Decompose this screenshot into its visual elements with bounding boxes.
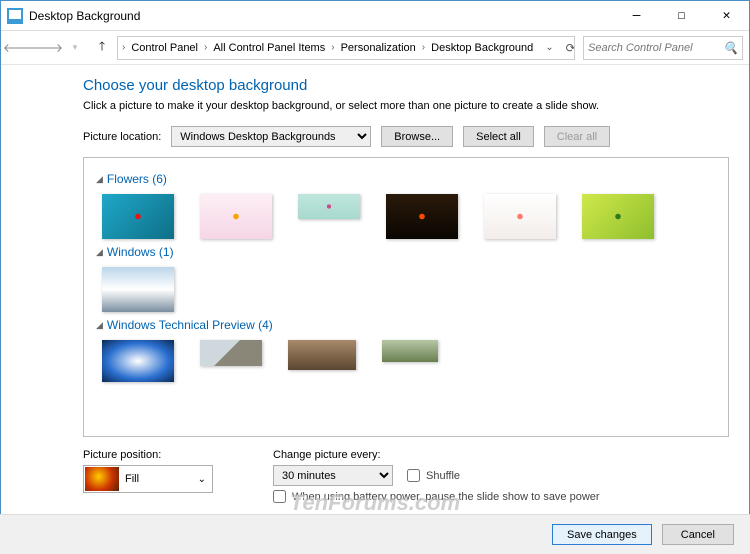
search-placeholder: Search Control Panel — [588, 42, 719, 54]
image-gallery: ◢ Flowers (6) ◢ Windows (1) ◢ Windows Technic… — [83, 157, 729, 437]
search-icon: 🔍 — [723, 41, 738, 55]
group-label: Flowers (6) — [107, 172, 167, 186]
save-button[interactable]: Save changes — [552, 524, 652, 545]
chevron-right-icon: › — [331, 42, 334, 53]
address-bar[interactable]: › Control Panel › All Control Panel Item… — [117, 36, 575, 60]
position-select[interactable]: Fill ⌄ — [83, 465, 213, 493]
page-subtext: Click a picture to make it your desktop … — [83, 100, 729, 112]
titlebar: Desktop Background — ☐ ✕ — [1, 1, 749, 31]
address-dropdown[interactable]: ⌄ — [539, 42, 559, 53]
chevron-right-icon: › — [422, 42, 425, 53]
location-select[interactable]: Windows Desktop Backgrounds — [171, 126, 371, 147]
wallpaper-thumb[interactable] — [102, 267, 174, 312]
wallpaper-thumb[interactable] — [288, 340, 356, 370]
collapse-icon: ◢ — [96, 174, 103, 185]
wallpaper-thumb[interactable] — [298, 194, 360, 219]
wallpaper-thumb[interactable] — [200, 340, 262, 366]
battery-label: When using battery power, pause the slid… — [292, 491, 600, 503]
breadcrumb-item[interactable]: Desktop Background — [427, 40, 537, 56]
chevron-right-icon: › — [204, 42, 207, 53]
select-all-button[interactable]: Select all — [463, 126, 534, 147]
up-button[interactable]: 🡑 — [91, 37, 113, 59]
position-label: Picture position: — [83, 449, 213, 461]
breadcrumb-item[interactable]: Control Panel — [127, 40, 202, 56]
group-label: Windows (1) — [107, 245, 174, 259]
chevron-right-icon: › — [122, 42, 125, 53]
position-preview-icon — [85, 467, 119, 491]
app-icon — [7, 8, 23, 24]
wallpaper-thumb[interactable] — [484, 194, 556, 239]
wallpaper-thumb[interactable] — [102, 340, 174, 382]
position-value: Fill — [119, 473, 193, 485]
page-heading: Choose your desktop background — [83, 77, 729, 94]
interval-select[interactable]: 30 minutes — [273, 465, 393, 486]
wallpaper-thumb[interactable] — [382, 340, 438, 362]
clear-all-button[interactable]: Clear all — [544, 126, 610, 147]
change-label: Change picture every: — [273, 449, 600, 461]
location-label: Picture location: — [83, 131, 161, 143]
chevron-down-icon: ⌄ — [193, 474, 211, 485]
group-header[interactable]: ◢ Windows (1) — [96, 245, 716, 259]
recent-dropdown[interactable]: ▾ — [63, 36, 87, 60]
battery-checkbox[interactable] — [273, 490, 286, 503]
cancel-button[interactable]: Cancel — [662, 524, 734, 545]
close-button[interactable]: ✕ — [704, 2, 749, 30]
refresh-button[interactable]: ⟳ — [560, 41, 575, 55]
window-title: Desktop Background — [29, 9, 614, 23]
breadcrumb-item[interactable]: Personalization — [337, 40, 420, 56]
browse-button[interactable]: Browse... — [381, 126, 453, 147]
wallpaper-thumb[interactable] — [386, 194, 458, 239]
collapse-icon: ◢ — [96, 247, 103, 258]
wallpaper-thumb[interactable] — [200, 194, 272, 239]
shuffle-label: Shuffle — [426, 470, 460, 482]
breadcrumb-item[interactable]: All Control Panel Items — [209, 40, 329, 56]
forward-button[interactable]: 🡒 — [35, 36, 59, 60]
collapse-icon: ◢ — [96, 320, 103, 331]
group-header[interactable]: ◢ Flowers (6) — [96, 172, 716, 186]
back-button[interactable]: 🡐 — [7, 36, 31, 60]
navbar: 🡐 🡒 ▾ 🡑 › Control Panel › All Control Pa… — [1, 31, 749, 65]
shuffle-checkbox[interactable] — [407, 469, 420, 482]
wallpaper-thumb[interactable] — [102, 194, 174, 239]
group-header[interactable]: ◢ Windows Technical Preview (4) — [96, 318, 716, 332]
minimize-button[interactable]: — — [614, 2, 659, 30]
group-label: Windows Technical Preview (4) — [107, 318, 273, 332]
maximize-button[interactable]: ☐ — [659, 2, 704, 30]
search-input[interactable]: Search Control Panel 🔍 — [583, 36, 743, 60]
wallpaper-thumb[interactable] — [582, 194, 654, 239]
footer: Save changes Cancel — [0, 514, 750, 554]
content-area: Choose your desktop background Click a p… — [1, 65, 749, 509]
